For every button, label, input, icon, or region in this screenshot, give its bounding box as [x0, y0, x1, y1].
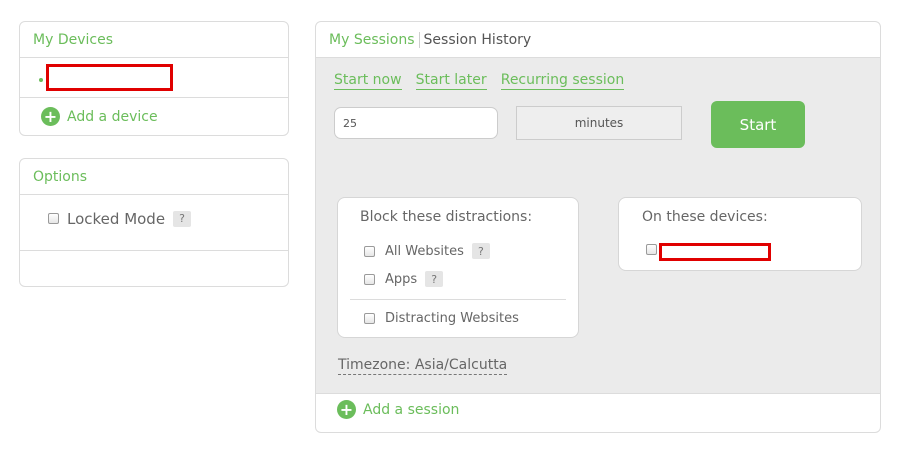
apps-checkbox[interactable] [364, 273, 375, 285]
sessions-panel: My Sessions Session History Start now St… [315, 21, 881, 433]
device-row[interactable] [20, 58, 288, 98]
sessions-tabs: My Sessions Session History [316, 22, 880, 58]
block-divider [350, 299, 566, 300]
devices-panel-title: My Devices [33, 31, 113, 48]
timezone-label: Timezone: Asia/Calcutta [338, 357, 508, 373]
block-item-apps: Apps ? [364, 271, 444, 287]
duration-input[interactable] [334, 107, 498, 139]
block-distractions-title: Block these distractions: [360, 209, 533, 225]
options-panel-title: Options [33, 168, 88, 185]
add-device-label: Add a device [67, 108, 158, 125]
block-item-all-websites: All Websites ? [364, 243, 490, 259]
recurring-session-link[interactable]: Recurring session [500, 72, 625, 90]
tab-session-history[interactable]: Session History [420, 32, 532, 48]
block-item-distracting-websites: Distracting Websites [364, 311, 519, 326]
options-panel: Options Locked Mode ? [19, 158, 289, 287]
start-button-label: Start [739, 115, 777, 134]
sessions-body: Start now Start later Recurring session … [316, 58, 880, 394]
duration-unit-box: minutes [516, 106, 682, 140]
options-panel-header: Options [20, 159, 288, 195]
locked-mode-label: Locked Mode [67, 209, 166, 228]
distracting-websites-label: Distracting Websites [385, 311, 519, 326]
add-session-button[interactable]: + Add a session [337, 400, 459, 419]
devices-panel: My Devices + Add a device [19, 21, 289, 136]
session-type-links: Start now Start later Recurring session [334, 69, 633, 90]
locked-mode-checkbox[interactable] [48, 213, 59, 224]
timezone-link[interactable]: Timezone: Asia/Calcutta [338, 357, 508, 375]
start-now-link[interactable]: Start now [334, 72, 402, 90]
device-select-checkbox[interactable] [646, 244, 657, 255]
start-later-link[interactable]: Start later [415, 72, 487, 90]
add-device-button[interactable]: + Add a device [20, 98, 288, 135]
plus-circle-icon: + [41, 107, 60, 126]
device-name-redacted [46, 64, 173, 91]
all-websites-help-icon[interactable]: ? [471, 243, 490, 259]
block-distractions-card: Block these distractions: All Websites ?… [337, 197, 579, 338]
all-websites-checkbox[interactable] [364, 245, 375, 257]
all-websites-label: All Websites [385, 243, 464, 259]
device-status-dot [39, 78, 43, 82]
duration-unit-label: minutes [574, 116, 624, 130]
plus-circle-icon: + [337, 400, 356, 419]
device-select-name-redacted [659, 243, 771, 261]
devices-panel-header: My Devices [20, 22, 288, 58]
add-session-label: Add a session [363, 401, 460, 418]
apps-label: Apps [385, 271, 418, 287]
locked-mode-help-icon[interactable]: ? [173, 210, 192, 227]
tab-my-sessions[interactable]: My Sessions [329, 31, 420, 48]
devices-select-card: On these devices: [618, 197, 862, 271]
devices-select-title: On these devices: [642, 209, 768, 225]
distracting-websites-checkbox[interactable] [364, 313, 375, 324]
start-button[interactable]: Start [711, 101, 805, 148]
locked-mode-row: Locked Mode ? [20, 195, 288, 251]
apps-help-icon[interactable]: ? [425, 271, 444, 287]
